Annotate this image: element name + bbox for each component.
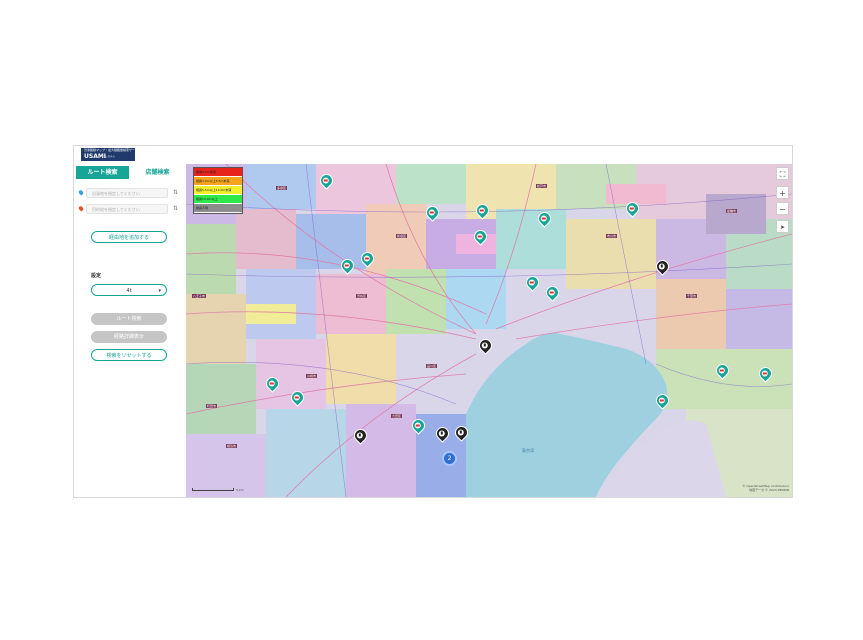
route-detail-button[interactable]: 経路詳細表示 [91,331,167,343]
place-label: 渋谷区 [356,294,368,298]
route-search-button[interactable]: ルート検索 [91,313,167,325]
place-label: 八王子市 [192,294,207,298]
map-base [186,164,792,497]
attribution-line: 地図データ © 2023 ZENRIN [749,488,789,492]
place-label: 市川市 [606,234,618,238]
origin-input[interactable]: 出発地を指定してください [86,188,168,198]
zoom-in-button[interactable]: + [776,186,789,199]
locate-icon[interactable]: ➤ [776,220,789,233]
scale-label: 5 km [236,488,244,492]
destination-input[interactable]: 目的地を指定してください [86,204,168,214]
legend-item: 幅員3.0m未満 [194,168,242,177]
map-scale: 5 km [192,488,244,492]
header-bar: 渋滞路線マップ・最大積載量検索サービス USAMI システム [74,146,792,164]
place-label: 大田区 [391,414,403,418]
logo-tagline: 渋滞路線マップ・最大積載量検索サービス [84,148,142,152]
add-waypoint-button[interactable]: 経由地を追加する [91,231,167,243]
zoom-out-button[interactable]: − [776,202,789,215]
legend-item: 幅員13.0m以上 [194,195,242,204]
chevron-down-icon: ▾ [158,288,161,294]
settings-label: 設定 [91,273,102,279]
map-attribution: © OpenStreetMap contributors 地図データ © 202… [742,484,789,492]
scale-bar [192,488,234,491]
place-label: 品川区 [426,364,438,368]
sidebar: ルート検索 店舗検索 出発地を指定してください ⇅ 目的地を指定してください ⇅… [74,164,186,497]
marker-cluster[interactable]: 2 [442,451,457,466]
origin-pin-icon [77,189,85,196]
reset-search-button[interactable]: 検索をリセットする [91,349,167,361]
swap-arrows-icon[interactable]: ⇅ [173,205,178,213]
map-area[interactable]: 幅員3.0m未満 幅員3.0m以上5.5m未満 幅員5.5m以上13.0m未満 … [186,164,792,497]
tab-route-search[interactable]: ルート検索 [76,166,129,179]
tab-shop-search[interactable]: 店舗検索 [131,166,184,179]
logo-name: USAMI [84,153,107,160]
place-label: 新宿区 [396,234,408,238]
swap-arrows-icon[interactable]: ⇅ [173,189,178,197]
place-label: 横浜市 [226,444,238,448]
legend-item: 幅員不明 [194,204,242,213]
app-window: 渋滞路線マップ・最大積載量検索サービス USAMI システム ルート検索 店舗検… [73,145,793,498]
place-label: 千葉市 [686,294,698,298]
vehicle-size-select[interactable]: 4t ▾ [91,284,167,296]
legend-item: 幅員3.0m以上5.5m未満 [194,177,242,186]
place-label: 松戸市 [536,184,548,188]
destination-pin-icon [77,205,85,212]
place-label: 町田市 [206,404,218,408]
place-label: 多摩区 [276,186,288,190]
road-width-legend: 幅員3.0m未満 幅員3.0m以上5.5m未満 幅員5.5m以上13.0m未満 … [193,167,243,214]
bay-label: 東京湾 [522,448,534,453]
fullscreen-button[interactable]: ⛶ [776,167,789,180]
vehicle-size-value: 4t [126,288,132,294]
legend-item: 幅員5.5m以上13.0m未満 [194,186,242,195]
app-logo[interactable]: 渋滞路線マップ・最大積載量検索サービス USAMI システム [81,148,141,161]
logo-subtitle: システム [105,155,115,158]
place-label: 船橋市 [726,209,738,213]
place-label: 川崎市 [306,374,318,378]
